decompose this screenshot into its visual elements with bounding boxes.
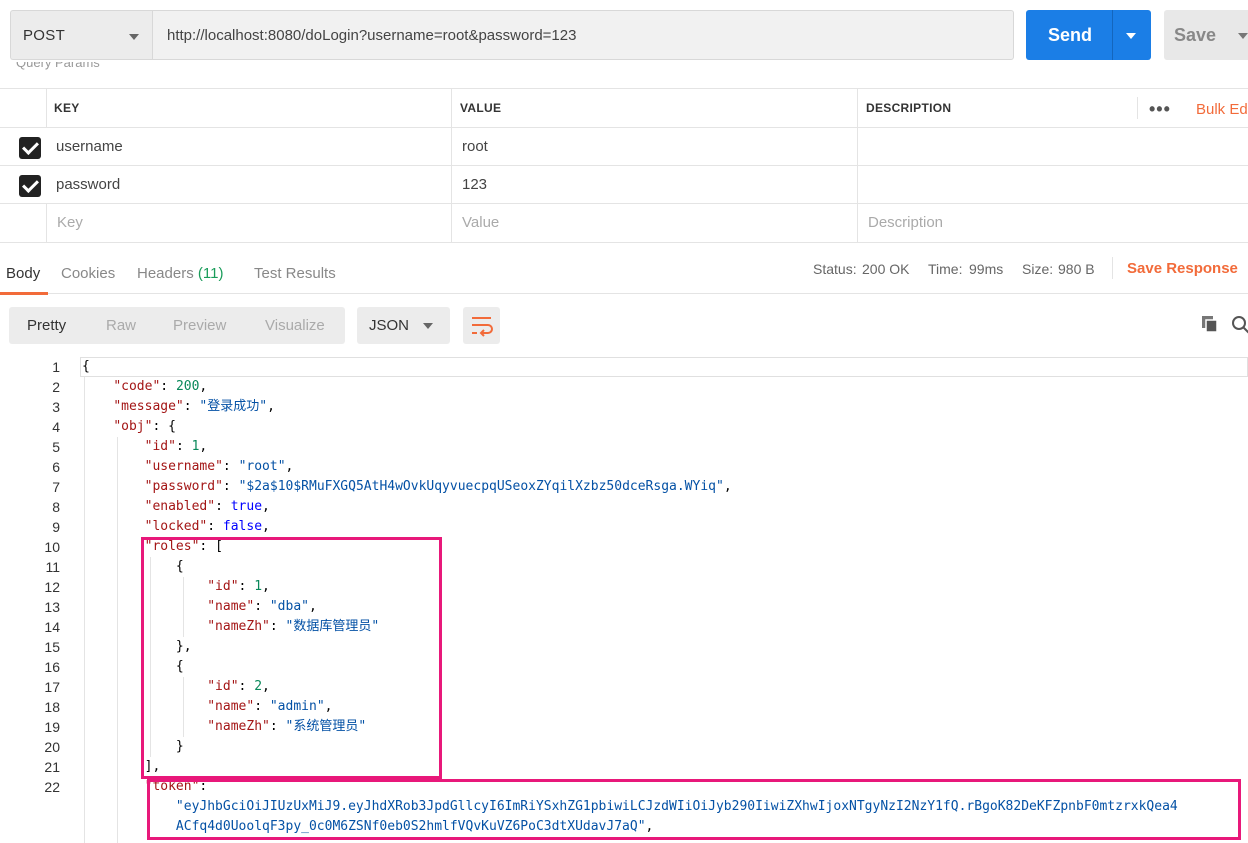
line-number: 13	[44, 599, 60, 615]
status-divider	[1112, 257, 1113, 279]
line-number: 15	[44, 639, 60, 655]
line-number: 9	[52, 519, 60, 535]
new-value-input: Value	[462, 214, 500, 231]
code-line: "obj": {	[113, 419, 176, 434]
param-row: password 123	[0, 165, 1248, 204]
line-number: 4	[52, 419, 60, 435]
param-description[interactable]	[857, 166, 1248, 204]
save-response-button[interactable]: Save Response	[1127, 260, 1238, 277]
line-number: 21	[44, 759, 60, 775]
line-number: 17	[44, 679, 60, 695]
tab-test-results[interactable]: Test Results	[254, 265, 336, 282]
response-tabs: Body Cookies Headers (11) Test Results S…	[0, 242, 1248, 295]
tab-preview[interactable]: Preview	[173, 317, 226, 334]
roles-highlight-box	[141, 537, 442, 779]
code-line: {	[82, 359, 90, 374]
token-highlight-box	[147, 779, 1241, 840]
line-number: 20	[44, 739, 60, 755]
more-options-icon[interactable]: •••	[1149, 99, 1171, 120]
code-line: "id": 1,	[144, 439, 208, 454]
line-number: 10	[44, 539, 60, 555]
status-label: Status:	[813, 261, 857, 277]
tab-cookies[interactable]: Cookies	[61, 265, 115, 282]
copy-icon[interactable]	[1200, 314, 1220, 334]
code-line: "locked": false,	[144, 519, 270, 534]
line-number: 12	[44, 579, 60, 595]
url-input[interactable]: http://localhost:8080/doLogin?username=r…	[152, 10, 1014, 60]
query-params-heading: Query Params	[16, 62, 100, 70]
param-value: root	[462, 138, 488, 155]
description-header: DESCRIPTION	[866, 101, 952, 115]
send-divider	[1112, 10, 1113, 60]
line-number: 11	[45, 559, 60, 575]
send-options-chevron-icon[interactable]	[1126, 33, 1136, 39]
save-options-chevron-icon[interactable]	[1238, 33, 1248, 39]
method-select[interactable]: POST	[10, 10, 152, 60]
wrap-lines-button[interactable]	[463, 307, 500, 344]
value-header: VALUE	[460, 101, 502, 115]
active-tab-indicator	[0, 292, 48, 295]
param-new-row: Key Value Description	[0, 203, 1248, 243]
code-line: "message": "登录成功",	[113, 399, 275, 414]
headers-count-badge: (11)	[197, 265, 224, 282]
code-line: "code": 200,	[113, 379, 208, 394]
size-label: Size:	[1022, 261, 1054, 277]
header-divider	[1137, 97, 1138, 119]
line-number: 18	[44, 699, 60, 715]
wrap-lines-icon	[472, 317, 493, 337]
line-number: 1	[52, 359, 60, 375]
tab-visualize[interactable]: Visualize	[265, 317, 325, 334]
line-number: 6	[52, 459, 60, 475]
save-label: Save	[1174, 25, 1217, 45]
format-label: JSON	[369, 317, 410, 334]
param-enabled-checkbox[interactable]	[19, 175, 41, 197]
line-number: 5	[52, 439, 60, 455]
tab-body[interactable]: Body	[6, 265, 40, 282]
line-number: 3	[52, 399, 60, 415]
send-button[interactable]: Send	[1026, 10, 1151, 60]
code-line: "password": "$2a$10$RMuFXGQ5AtH4wOvkUqyv…	[144, 479, 732, 494]
current-line-highlight	[80, 357, 1248, 377]
line-number: 2	[52, 379, 60, 395]
params-header-row: KEY VALUE DESCRIPTION ••• Bulk Edit	[0, 88, 1248, 127]
send-label: Send	[1048, 25, 1093, 45]
url-text: http://localhost:8080/doLogin?username=r…	[167, 27, 577, 44]
code-line: "enabled": true,	[144, 499, 270, 514]
line-number: 8	[52, 499, 60, 515]
line-number: 7	[52, 479, 60, 495]
view-mode-tabs: Pretty Raw Preview Visualize	[9, 307, 345, 344]
tab-raw[interactable]: Raw	[106, 317, 136, 334]
size-value: 980 B	[1058, 261, 1095, 277]
param-value: 123	[462, 176, 488, 193]
code-line: "username": "root",	[144, 459, 294, 474]
chevron-down-icon	[423, 323, 433, 329]
line-number: 22	[44, 779, 60, 795]
time-value: 99ms	[969, 261, 1004, 277]
tab-headers[interactable]: Headers (11)	[137, 265, 223, 282]
new-description-input: Description	[868, 214, 944, 231]
new-key-input: Key	[57, 214, 83, 231]
method-label: POST	[23, 27, 66, 44]
key-header: KEY	[54, 101, 80, 115]
chevron-down-icon	[129, 34, 139, 40]
request-bar: POST http://localhost:8080/doLogin?usern…	[0, 0, 1248, 72]
param-key: password	[56, 176, 121, 193]
format-select[interactable]: JSON	[357, 307, 450, 344]
line-number: 19	[44, 719, 60, 735]
line-number: 14	[44, 619, 60, 635]
bulk-edit-link[interactable]: Bulk Edit	[1196, 101, 1248, 118]
tab-pretty[interactable]: Pretty	[27, 317, 67, 334]
line-number: 16	[44, 659, 60, 675]
param-row: username root	[0, 127, 1248, 166]
search-icon[interactable]	[1230, 314, 1248, 334]
status-value: 200 OK	[862, 261, 910, 277]
param-enabled-checkbox[interactable]	[19, 137, 41, 159]
time-label: Time:	[928, 261, 963, 277]
save-button[interactable]: Save	[1164, 10, 1248, 60]
param-key: username	[56, 138, 123, 155]
param-description[interactable]	[857, 128, 1248, 166]
